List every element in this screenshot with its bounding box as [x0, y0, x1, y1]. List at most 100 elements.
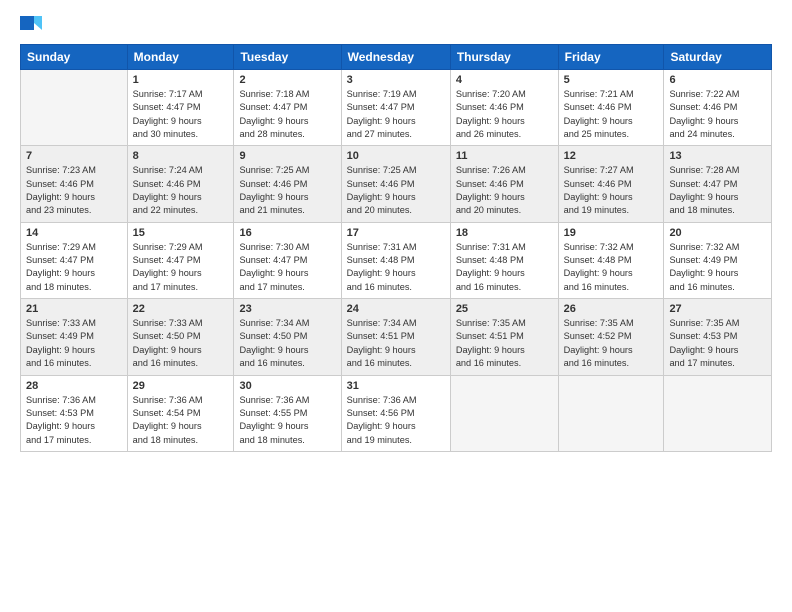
day-info: Sunrise: 7:29 AMSunset: 4:47 PMDaylight:…: [133, 241, 229, 294]
day-info-line: Sunrise: 7:31 AM: [456, 242, 526, 252]
day-info-line: Sunrise: 7:21 AM: [564, 89, 634, 99]
day-info: Sunrise: 7:33 AMSunset: 4:49 PMDaylight:…: [26, 317, 122, 370]
day-info: Sunrise: 7:34 AMSunset: 4:51 PMDaylight:…: [347, 317, 445, 370]
calendar-cell: 1Sunrise: 7:17 AMSunset: 4:47 PMDaylight…: [127, 70, 234, 146]
calendar-cell: 3Sunrise: 7:19 AMSunset: 4:47 PMDaylight…: [341, 70, 450, 146]
day-info-line: Sunrise: 7:24 AM: [133, 165, 203, 175]
day-info-line: Daylight: 9 hours: [26, 268, 95, 278]
day-info: Sunrise: 7:32 AMSunset: 4:49 PMDaylight:…: [669, 241, 766, 294]
day-info-line: and 20 minutes.: [347, 205, 412, 215]
day-info-line: Sunset: 4:50 PM: [133, 331, 201, 341]
day-number: 30: [239, 380, 335, 392]
calendar-cell: 13 Sunrise: 7:28 AMSunset: 4:47 PMDayligh…: [664, 146, 772, 222]
day-info-line: Daylight: 9 hours: [239, 421, 308, 431]
day-number: 10: [347, 150, 445, 162]
day-info: Sunrise: 7:35 AMSunset: 4:53 PMDaylight:…: [669, 317, 766, 370]
calendar-table: SundayMondayTuesdayWednesdayThursdayFrid…: [20, 44, 772, 452]
day-info-line: Sunset: 4:56 PM: [347, 408, 415, 418]
logo-icon: [20, 16, 42, 34]
calendar-cell: 20Sunrise: 7:32 AMSunset: 4:49 PMDayligh…: [664, 222, 772, 298]
day-info-line: Sunrise: 7:23 AM: [26, 165, 96, 175]
day-number: 23: [239, 303, 335, 315]
day-number: 5: [564, 74, 659, 86]
week-row-4: 21 Sunrise: 7:33 AM Sunset: 4:49 PM Dayligh…: [21, 299, 772, 375]
day-info-line: Sunset: 4:48 PM: [456, 255, 524, 265]
week-row-5: 28Sunrise: 7:36 AMSunset: 4:53 PMDayligh…: [21, 375, 772, 451]
day-info-line: Sunrise: 7:33 AM: [26, 318, 96, 328]
day-info-line: Sunset: 4:47 PM: [133, 255, 201, 265]
day-info: Sunrise: 7:22 AMSunset: 4:46 PMDaylight:…: [669, 88, 766, 141]
day-info: Sunrise: 7:27 AMSunset: 4:46 PMDaylight:…: [564, 164, 659, 217]
day-info-line: Sunrise: 7:29 AM: [26, 242, 96, 252]
calendar-cell: 28Sunrise: 7:36 AMSunset: 4:53 PMDayligh…: [21, 375, 128, 451]
day-info-line: Sunset: 4:53 PM: [669, 331, 737, 341]
day-info-line: Daylight: 9 hours: [347, 268, 416, 278]
day-info-line: Daylight: 9 hours: [347, 421, 416, 431]
day-info-line: and 19 minutes.: [564, 205, 629, 215]
calendar-cell: 12Sunrise: 7:27 AMSunset: 4:46 PMDayligh…: [558, 146, 664, 222]
calendar-cell: 7Sunrise: 7:23 AMSunset: 4:46 PMDaylight…: [21, 146, 128, 222]
col-header-tuesday: Tuesday: [234, 45, 341, 70]
day-number: 9: [239, 150, 335, 162]
day-info-line: and 16 minutes.: [26, 358, 91, 368]
day-info-line: Daylight: 9 hours: [347, 345, 416, 355]
day-info-line: and 18 minutes.: [669, 205, 734, 215]
header: [20, 16, 772, 34]
calendar-cell: [664, 375, 772, 451]
day-info-line: and 17 minutes.: [239, 282, 304, 292]
calendar-cell: [450, 375, 558, 451]
day-info: Sunrise: 7:18 AMSunset: 4:47 PMDaylight:…: [239, 88, 335, 141]
day-info-line: Daylight: 9 hours: [133, 192, 202, 202]
day-info-line: Sunset: 4:49 PM: [26, 331, 94, 341]
calendar-cell: 8Sunrise: 7:24 AMSunset: 4:46 PMDaylight…: [127, 146, 234, 222]
day-info-line: Sunrise: 7:18 AM: [239, 89, 309, 99]
day-info-line: and 16 minutes.: [456, 282, 521, 292]
day-info: Sunrise: 7:36 AMSunset: 4:53 PMDaylight:…: [26, 394, 122, 447]
day-info-line: Sunset: 4:47 PM: [239, 102, 307, 112]
calendar-cell: 11Sunrise: 7:26 AMSunset: 4:46 PMDayligh…: [450, 146, 558, 222]
day-info: Sunrise: 7:26 AMSunset: 4:46 PMDaylight:…: [456, 164, 553, 217]
day-info: Sunrise: 7:36 AM Sunset: 4:56 PM Daylight:…: [347, 394, 445, 447]
day-number: 19: [564, 227, 659, 239]
calendar-cell: 22Sunrise: 7:33 AMSunset: 4:50 PMDayligh…: [127, 299, 234, 375]
calendar-cell: 31Sunrise: 7:36 AMSunset: 4:56 PMDayligh…: [341, 375, 450, 451]
day-info-line: and 22 minutes.: [133, 205, 198, 215]
day-info-line: Daylight: 9 hours: [133, 116, 202, 126]
day-info-line: Daylight: 9 hours: [669, 116, 738, 126]
day-info-line: Daylight: 9 hours: [133, 268, 202, 278]
day-info: Sunrise: 7:31 AM Sunset: 4:48 PM Daylight:…: [456, 241, 553, 294]
day-number: 15: [133, 227, 229, 239]
day-number: 13: [669, 150, 766, 162]
day-info-line: and 21 minutes.: [239, 205, 304, 215]
day-info-line: and 16 minutes.: [239, 358, 304, 368]
day-info-line: and 17 minutes.: [26, 435, 91, 445]
day-info-line: Sunset: 4:48 PM: [564, 255, 632, 265]
day-info-line: Sunrise: 7:20 AM: [456, 89, 526, 99]
col-header-thursday: Thursday: [450, 45, 558, 70]
day-info-line: and 26 minutes.: [456, 129, 521, 139]
day-info-line: and 16 minutes.: [564, 358, 629, 368]
day-info: Sunrise: 7:30 AMSunset: 4:47 PMDaylight:…: [239, 241, 335, 294]
day-info-line: and 19 minutes.: [347, 435, 412, 445]
week-row-3: 14Sunrise: 7:29 AMSunset: 4:47 PMDayligh…: [21, 222, 772, 298]
day-info-line: Sunrise: 7:36 AM: [347, 395, 417, 405]
day-number: 4: [456, 74, 553, 86]
day-number: 21: [26, 303, 122, 315]
day-info-line: and 18 minutes.: [239, 435, 304, 445]
day-info-line: Daylight: 9 hours: [456, 268, 525, 278]
calendar-cell: [558, 375, 664, 451]
week-row-1: 1Sunrise: 7:17 AMSunset: 4:47 PMDaylight…: [21, 70, 772, 146]
week-row-2: 7Sunrise: 7:23 AMSunset: 4:46 PMDaylight…: [21, 146, 772, 222]
day-info: Sunrise: 7:20 AMSunset: 4:46 PMDaylight:…: [456, 88, 553, 141]
day-info-line: Sunrise: 7:36 AM: [133, 395, 203, 405]
day-info-line: Daylight: 9 hours: [564, 345, 633, 355]
day-info: Sunrise: 7:28 AMSunset: 4:47 PMDaylight:…: [669, 164, 766, 217]
day-info-line: Sunset: 4:46 PM: [347, 179, 415, 189]
col-header-friday: Friday: [558, 45, 664, 70]
day-info: Sunrise: 7:34 AMSunset: 4:50 PMDaylight:…: [239, 317, 335, 370]
day-info: Sunrise: 7:25 AMSunset: 4:46 PMDaylight:…: [239, 164, 335, 217]
day-info-line: Sunset: 4:46 PM: [239, 179, 307, 189]
day-info-line: Sunset: 4:48 PM: [347, 255, 415, 265]
calendar-cell: 16Sunrise: 7:30 AMSunset: 4:47 PMDayligh…: [234, 222, 341, 298]
day-info-line: Sunrise: 7:32 AM: [669, 242, 739, 252]
